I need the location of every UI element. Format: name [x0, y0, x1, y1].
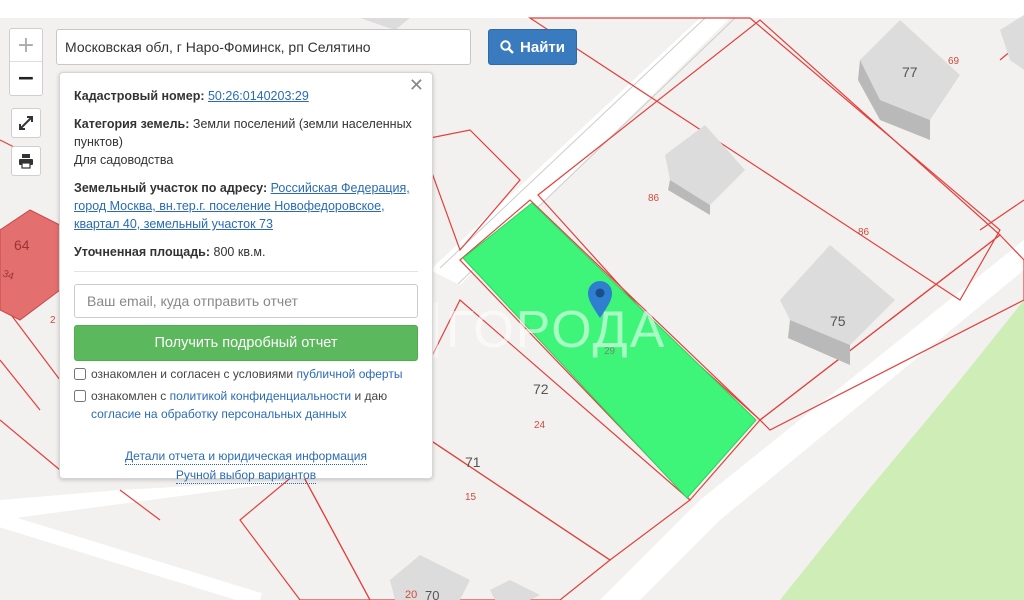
search-button[interactable]: Найти: [488, 29, 577, 65]
area-row: Уточненная площадь: 800 кв.м.: [74, 243, 418, 261]
map-label: 71: [465, 454, 481, 470]
map-label: 15: [465, 492, 477, 503]
offer-consent: ознакомлен и согласен с условиями публич…: [74, 365, 418, 383]
map-label: 75: [830, 313, 846, 329]
cadastral-number-link[interactable]: 50:26:0140203:29: [208, 89, 309, 103]
close-icon[interactable]: ✕: [409, 77, 424, 95]
map-label: 86: [648, 193, 660, 204]
map-label: 70: [425, 588, 439, 600]
offer-link[interactable]: публичной оферты: [296, 367, 402, 381]
map-label: 69: [948, 56, 960, 67]
offer-checkbox[interactable]: [74, 368, 86, 380]
usage-value: Для садоводства: [74, 153, 174, 167]
privacy-policy-link[interactable]: политикой конфиденциальности: [170, 389, 351, 403]
zoom-out-button[interactable]: −: [10, 61, 42, 94]
zoom-in-button[interactable]: +: [10, 29, 42, 61]
email-field[interactable]: [74, 284, 418, 318]
address-search-input[interactable]: [56, 29, 471, 65]
privacy-consent: ознакомлен с политикой конфиденциальност…: [74, 387, 418, 423]
get-report-button[interactable]: Получить подробный отчет: [74, 325, 418, 361]
road: [0, 480, 300, 520]
map-label: 72: [533, 381, 549, 397]
privacy-checkbox[interactable]: [74, 390, 86, 402]
map-label: 64: [14, 237, 30, 253]
parcel-info-popup: ✕ Кадастровый номер: 50:26:0140203:29 Ка…: [59, 72, 433, 484]
search-icon: [500, 40, 514, 54]
cadastral-label: Кадастровый номер:: [74, 89, 205, 103]
manual-selection-link[interactable]: Ручной выбор вариантов: [175, 468, 317, 484]
map-label: 2: [50, 315, 56, 326]
category-row: Категория земель: Земли поселений (земли…: [74, 115, 418, 169]
consent-text: и даю: [354, 389, 388, 403]
cadastral-row: Кадастровый номер: 50:26:0140203:29: [74, 87, 418, 105]
divider: [74, 271, 418, 272]
map-label: 20: [405, 589, 417, 600]
footer-links: Детали отчета и юридическая информация Р…: [74, 447, 418, 485]
map-label: 77: [902, 64, 918, 80]
map-label: 29: [604, 346, 616, 357]
address-row: Земельный участок по адресу: Российская …: [74, 179, 418, 233]
consent-text: ознакомлен и согласен с условиями: [91, 367, 294, 381]
personal-data-link[interactable]: согласие на обработку персональных данны…: [91, 407, 347, 421]
consent-text: ознакомлен с: [91, 389, 167, 403]
fullscreen-button[interactable]: [11, 108, 41, 138]
area-value: 800 кв.м.: [213, 245, 266, 259]
map-label: 86: [858, 227, 870, 238]
address-label: Земельный участок по адресу:: [74, 181, 268, 195]
print-icon: [19, 154, 33, 169]
building: [0, 209, 61, 321]
category-label: Категория земель:: [74, 117, 190, 131]
map-label: 24: [534, 420, 546, 431]
zoom-control: + −: [9, 28, 43, 96]
area-label: Уточненная площадь:: [74, 245, 211, 259]
search-button-label: Найти: [520, 38, 565, 56]
print-button[interactable]: [11, 146, 41, 176]
expand-icon: [19, 116, 33, 130]
report-details-link[interactable]: Детали отчета и юридическая информация: [125, 449, 367, 465]
